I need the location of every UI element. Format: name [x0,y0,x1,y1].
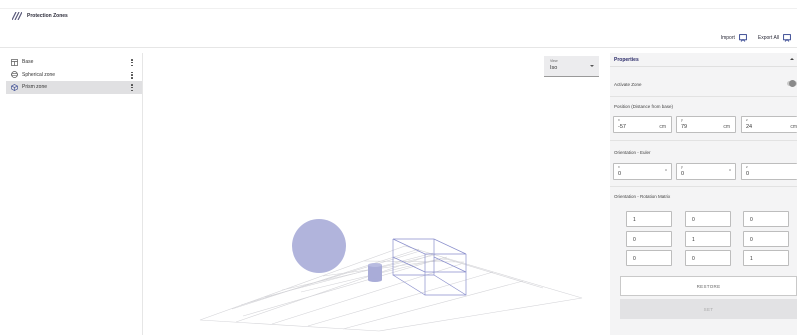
view-select-value: Iso [550,65,558,71]
scene-canvas[interactable] [143,48,610,335]
matrix-cell-2-1[interactable]: 0 [685,250,731,266]
matrix-value: 0 [692,256,695,262]
axis-label: z [746,165,748,169]
chevron-down-icon [590,65,594,67]
export-all-button[interactable]: Export All [754,32,795,44]
matrix-cell-0-2[interactable]: 0 [743,211,789,227]
properties-title: Properties [614,57,639,63]
import-label: Import [720,35,735,41]
euler-z-field[interactable]: z 0 [741,163,797,180]
matrix-value: 1 [750,256,753,262]
divider [610,186,797,187]
chevron-up-icon[interactable] [790,58,794,60]
more-options-icon[interactable] [131,59,133,66]
set-button[interactable]: SET [620,299,797,319]
view-select-label: View [550,59,558,63]
axis-label: y [681,165,683,169]
restore-button[interactable]: RESTORE [620,276,797,296]
sphere-icon [11,71,18,79]
page-title: Protection Zones [27,13,68,19]
cylinder-shape[interactable] [368,263,382,282]
position-z-field[interactable]: z 24 cm [741,116,797,133]
unit-label: cm [723,124,730,130]
sidebar-item-label: Base [22,59,34,66]
axis-label: x [618,118,620,122]
properties-panel: Properties Activate Zone Position (Dista… [610,53,797,335]
position-y-field[interactable]: y 79 cm [676,116,736,133]
position-label: Position (Distance from base) [614,104,674,109]
activate-zone-label: Activate Zone [614,82,642,87]
matrix-value: 0 [750,237,753,243]
matrix-cell-0-0[interactable]: 1 [626,211,672,227]
field-value: 24 [746,124,753,130]
top-bar: Protection Zones Import Export All [0,0,797,48]
matrix-cell-2-0[interactable]: 0 [626,250,672,266]
matrix-cell-1-2[interactable]: 0 [743,231,789,247]
axis-label: z [746,118,748,122]
spherical-zone-shape[interactable] [292,219,346,273]
field-value: 0 [618,171,622,177]
matrix-value: 0 [633,256,636,262]
matrix-value: 1 [633,217,636,223]
unit-label: cm [790,124,797,130]
euler-y-field[interactable]: y 0 ° [676,163,736,180]
top-actions: Import Export All [717,32,795,44]
divider [610,140,797,141]
sidebar-item-spherical-zone[interactable]: Spherical zone [6,69,142,82]
view-select[interactable]: View Iso [544,56,599,77]
more-options-icon[interactable] [131,71,133,79]
base-icon [11,58,18,66]
matrix-value: 0 [750,217,753,223]
sidebar-item-label: Prism zone [22,84,48,91]
properties-header[interactable]: Properties [610,53,797,67]
divider [610,96,797,97]
export-icon [783,34,791,42]
matrix-cell-1-0[interactable]: 0 [626,231,672,247]
field-value: 79 [681,124,688,130]
field-value: -57 [618,124,626,130]
matrix-value: 1 [692,237,695,243]
euler-label: Orientation - Euler [614,150,651,155]
sidebar-item-base[interactable]: Base [6,56,142,69]
3d-viewport[interactable]: View Iso [143,48,610,335]
position-x-field[interactable]: x -57 cm [613,116,672,133]
floor-grid [199,245,583,332]
unit-label: ° [665,169,667,175]
sidebar-item-prism-zone[interactable]: Prism zone [6,81,142,94]
matrix-cell-2-2[interactable]: 1 [743,250,789,266]
protection-zones-icon [12,12,22,20]
euler-x-field[interactable]: x 0 ° [613,163,672,180]
prism-zone-shape[interactable] [392,238,467,296]
unit-label: ° [729,169,731,175]
matrix-cell-0-1[interactable]: 0 [685,211,731,227]
axis-label: x [618,165,620,169]
matrix-cell-1-1[interactable]: 1 [685,231,731,247]
import-icon [739,34,747,42]
import-button[interactable]: Import [717,32,751,44]
field-value: 0 [681,171,685,177]
toggle-knob [789,80,796,87]
zone-list: Base Spherical zone Prism zone [6,53,143,335]
axis-label: y [681,118,683,122]
rotation-matrix-label: Orientation - Rotation Matrix [614,194,671,199]
field-value: 0 [746,171,750,177]
more-options-icon[interactable] [131,84,133,91]
unit-label: cm [659,124,666,130]
matrix-value: 0 [692,217,695,223]
activate-zone-toggle[interactable] [787,80,797,87]
sidebar-item-label: Spherical zone [22,71,56,78]
matrix-value: 0 [633,237,636,243]
topbar-divider [0,8,797,9]
export-all-label: Export All [757,35,779,41]
prism-icon [11,83,18,91]
